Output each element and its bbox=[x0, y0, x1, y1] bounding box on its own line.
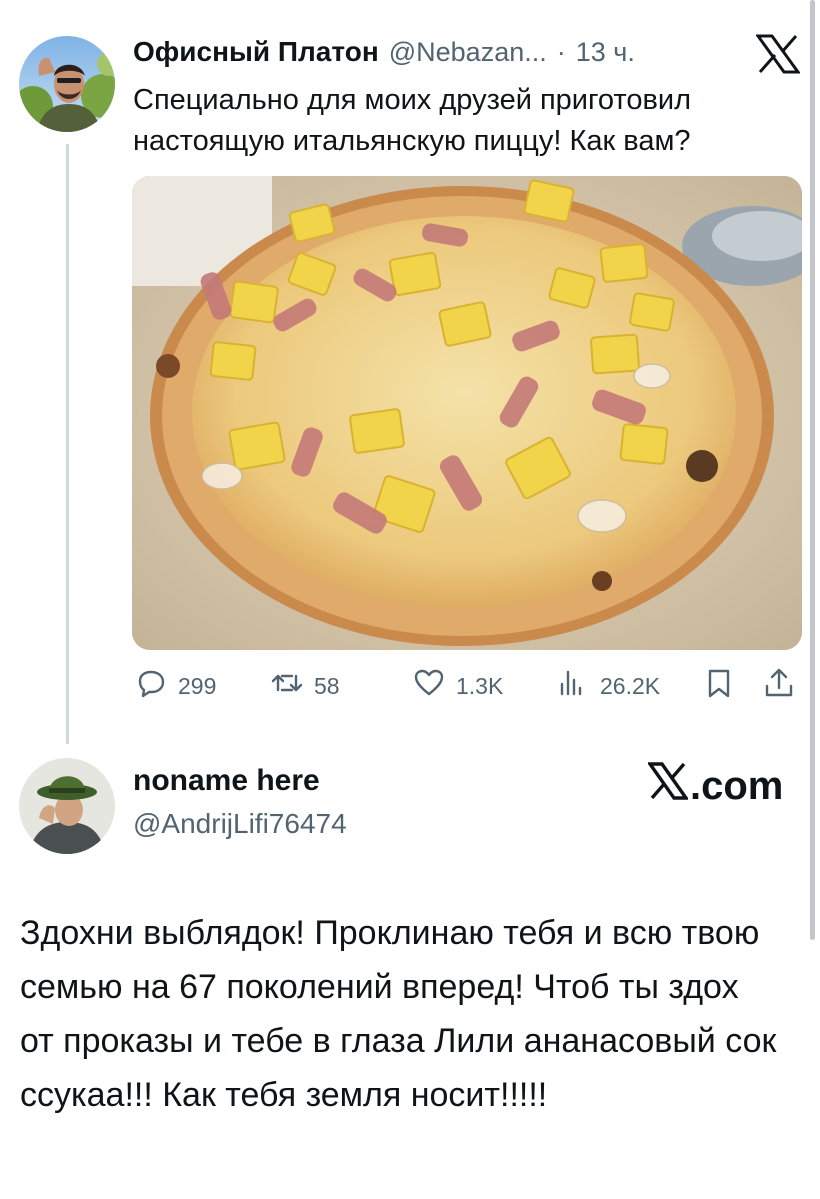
share-button[interactable] bbox=[762, 664, 796, 708]
views-icon bbox=[556, 666, 590, 706]
author-handle[interactable]: @Nebazan... bbox=[389, 37, 547, 68]
share-icon bbox=[762, 666, 796, 706]
header-separator: · bbox=[556, 37, 566, 67]
tweet-media-photo[interactable] bbox=[132, 176, 802, 650]
views-count: 26.2K bbox=[600, 672, 661, 699]
bookmark-button[interactable] bbox=[702, 664, 736, 708]
like-count: 1.3K bbox=[456, 672, 504, 699]
tweet-header: Офисный Платон @Nebazan... · 13 ч. bbox=[133, 36, 635, 70]
heart-icon bbox=[412, 666, 446, 706]
reply-text: Здохни выблядок! Проклинаю тебя и всю тв… bbox=[20, 914, 777, 1114]
xcom-watermark-text: .com bbox=[690, 763, 784, 808]
retweet-count: 58 bbox=[314, 672, 340, 699]
tweet-text: Специально для моих друзей приготовил на… bbox=[133, 84, 692, 157]
x-logo-icon bbox=[755, 34, 801, 74]
retweet-icon bbox=[270, 666, 304, 706]
reply-author-display-name[interactable]: noname here bbox=[133, 764, 320, 798]
author-avatar[interactable] bbox=[19, 36, 115, 132]
reply-icon bbox=[134, 666, 168, 706]
author-display-name[interactable]: Офисный Платон bbox=[133, 36, 379, 68]
xcom-watermark: .com bbox=[646, 762, 784, 810]
reply-author-avatar[interactable] bbox=[19, 758, 115, 854]
reply-count: 299 bbox=[178, 672, 217, 699]
tweet-actions-bar: 299 58 1.3K 26.2K bbox=[132, 664, 802, 708]
like-button[interactable]: 1.3K bbox=[412, 664, 503, 708]
x-logo-icon bbox=[646, 762, 690, 810]
scrollbar[interactable] bbox=[810, 0, 815, 940]
thread-connector-line bbox=[66, 144, 69, 744]
views-button[interactable]: 26.2K bbox=[556, 664, 660, 708]
tweet-timestamp[interactable]: 13 ч. bbox=[576, 37, 635, 68]
reply-button[interactable]: 299 bbox=[134, 664, 216, 708]
reply-author-handle[interactable]: @AndrijLifi76474 bbox=[133, 808, 347, 840]
bookmark-icon bbox=[702, 666, 736, 706]
retweet-button[interactable]: 58 bbox=[270, 664, 340, 708]
